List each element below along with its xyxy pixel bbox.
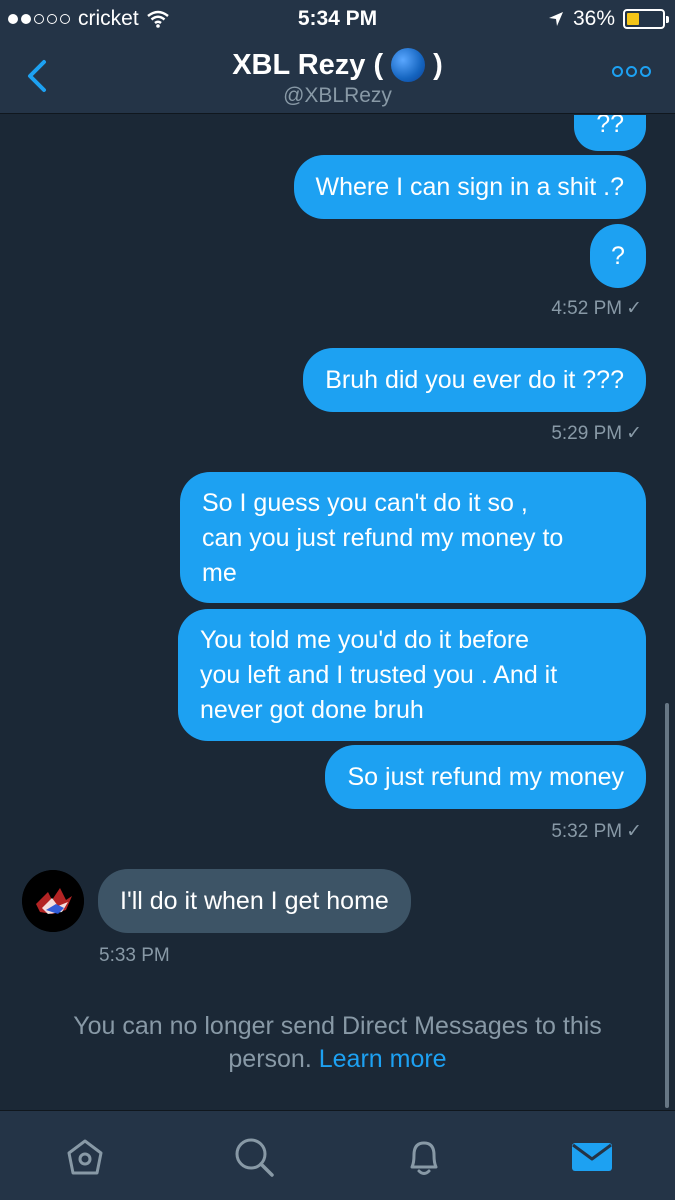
status-bar: cricket 5:34 PM 36% <box>0 0 675 38</box>
message-bubble-outgoing: ?? <box>574 115 646 151</box>
messages-icon[interactable] <box>569 1135 615 1179</box>
search-icon[interactable] <box>232 1135 276 1179</box>
more-options-icon[interactable] <box>612 66 651 77</box>
notifications-icon[interactable] <box>402 1135 446 1179</box>
blue-circle-emoji-icon <box>391 48 426 82</box>
home-icon[interactable] <box>63 1135 107 1179</box>
message-thread[interactable]: ?? Where I can sign in a shit .? ? 4:52 … <box>0 115 675 1110</box>
dm-disabled-notice: You can no longer send Direct Messages t… <box>73 1012 602 1073</box>
message-timestamp: 5:32 PM ✓ <box>551 821 642 842</box>
battery-icon <box>623 9 669 29</box>
message-timestamp: 5:29 PM ✓ <box>551 423 642 444</box>
contact-name-prefix: XBL Rezy ( <box>232 48 384 81</box>
conversation-header: XBL Rezy ( ) @XBLRezy <box>0 38 675 114</box>
contact-name: XBL Rezy ( ) <box>232 48 443 82</box>
message-bubble-outgoing: So I guess you can't do it so , can you … <box>180 472 646 603</box>
contact-handle: @XBLRezy <box>283 84 392 107</box>
message-bubble-outgoing: ? <box>590 224 646 288</box>
battery-percent: 36% <box>572 7 615 30</box>
message-bubble-outgoing: Where I can sign in a shit .? <box>293 155 646 219</box>
contact-name-suffix: ) <box>433 48 443 81</box>
learn-more-link[interactable]: Learn more <box>319 1045 447 1073</box>
sent-check-icon: ✓ <box>626 821 642 842</box>
message-timestamp: 5:33 PM <box>99 945 170 966</box>
location-arrow-icon <box>548 12 563 26</box>
message-timestamp: 4:52 PM ✓ <box>551 298 642 319</box>
message-bubble-outgoing: You told me you'd do it before you left … <box>178 609 646 741</box>
sent-check-icon: ✓ <box>626 298 642 319</box>
sent-check-icon: ✓ <box>626 423 642 444</box>
message-bubble-incoming: I'll do it when I get home <box>98 869 411 933</box>
message-bubble-outgoing: So just refund my money <box>325 745 646 809</box>
message-bubble-outgoing: Bruh did you ever do it ??? <box>303 348 646 412</box>
scrollbar[interactable] <box>665 703 669 1108</box>
contact-avatar[interactable] <box>22 870 84 932</box>
bottom-tab-bar <box>0 1110 675 1200</box>
